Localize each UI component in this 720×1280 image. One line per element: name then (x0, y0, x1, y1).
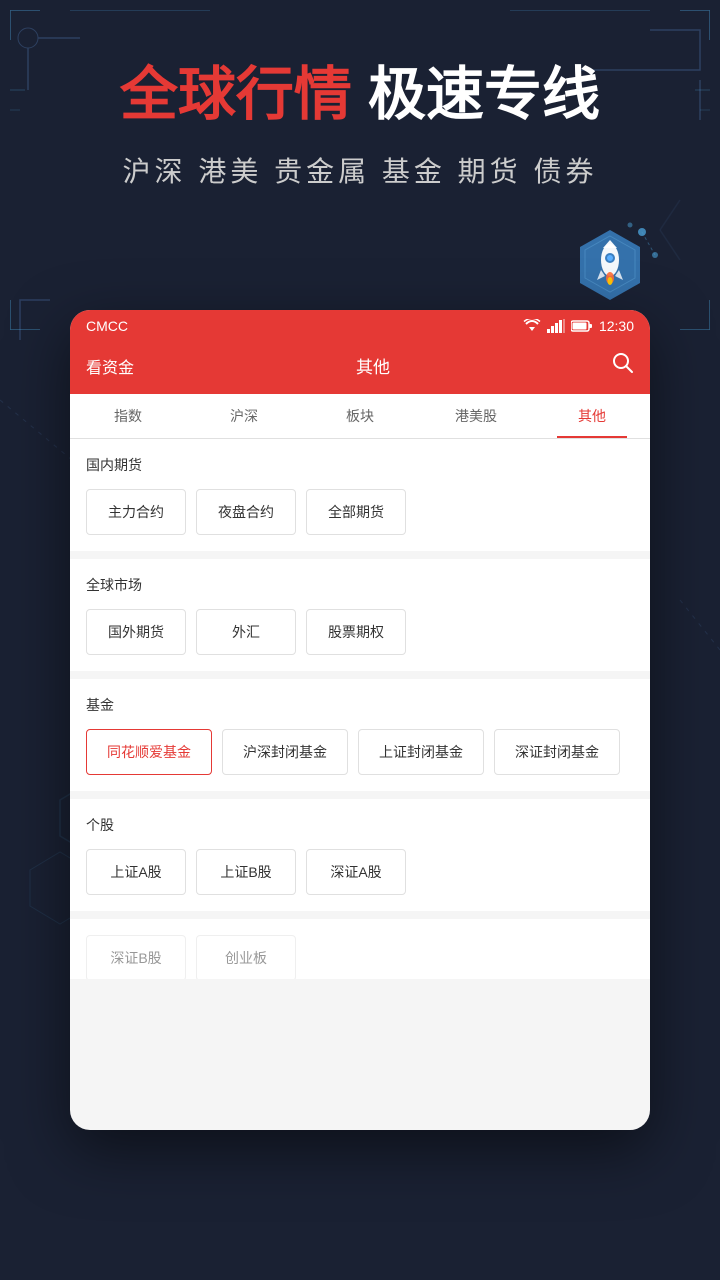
domestic-futures-buttons: 主力合约 夜盘合约 全部期货 (86, 489, 634, 535)
btn-tonghuashun[interactable]: 同花顺爱基金 (86, 729, 212, 775)
btn-partial-2[interactable]: 创业板 (196, 935, 296, 979)
signal-icon (547, 319, 565, 333)
status-icons: 12:30 (523, 318, 634, 334)
header-title: 其他 (356, 353, 390, 378)
btn-yepan[interactable]: 夜盘合约 (196, 489, 296, 535)
section-domestic-futures: 国内期货 主力合约 夜盘合约 全部期货 (70, 439, 650, 551)
hero-title: 全球行情 极速专线 (60, 60, 660, 130)
tab-bar: 指数 沪深 板块 港美股 其他 (70, 394, 650, 439)
section-individual-stocks: 个股 上证A股 上证B股 深证A股 (70, 799, 650, 911)
section-title-global: 全球市场 (86, 575, 634, 595)
btn-shangzhengB[interactable]: 上证B股 (196, 849, 296, 895)
btn-shenzhengA[interactable]: 深证A股 (306, 849, 406, 895)
hero-subtitle: 沪深 港美 贵金属 基金 期货 债券 (60, 150, 660, 190)
section-bottom-partial: 深证B股 创业板 (70, 919, 650, 979)
stocks-buttons: 上证A股 上证B股 深证A股 (86, 849, 634, 895)
tab-bankuai[interactable]: 板块 (302, 394, 418, 438)
btn-partial-1[interactable]: 深证B股 (86, 935, 186, 979)
section-funds: 基金 同花顺爱基金 沪深封闭基金 上证封闭基金 深证封闭基金 (70, 679, 650, 791)
btn-shangzhengA[interactable]: 上证A股 (86, 849, 186, 895)
btn-gupiaoquan[interactable]: 股票期权 (306, 609, 406, 655)
status-bar: CMCC 12:30 (70, 310, 650, 342)
battery-icon (571, 320, 593, 332)
btn-waihui[interactable]: 外汇 (196, 609, 296, 655)
global-market-buttons: 国外期货 外汇 股票期权 (86, 609, 634, 655)
tab-gangmeiguu[interactable]: 港美股 (418, 394, 534, 438)
btn-shenzhengfengbi[interactable]: 深证封闭基金 (494, 729, 620, 775)
btn-zhuli[interactable]: 主力合约 (86, 489, 186, 535)
search-icon[interactable] (612, 352, 634, 380)
header-kanzigjin[interactable]: 看资金 (86, 354, 134, 378)
carrier-label: CMCC (86, 318, 128, 334)
app-header: 看资金 其他 (70, 342, 650, 394)
section-title-stocks: 个股 (86, 815, 634, 835)
tab-qita[interactable]: 其他 (534, 394, 650, 438)
btn-guowaiqihuo[interactable]: 国外期货 (86, 609, 186, 655)
tab-hushen[interactable]: 沪深 (186, 394, 302, 438)
funds-buttons: 同花顺爱基金 沪深封闭基金 上证封闭基金 深证封闭基金 (86, 729, 634, 775)
section-title-funds: 基金 (86, 695, 634, 715)
btn-hushenbibi[interactable]: 沪深封闭基金 (222, 729, 348, 775)
phone-mockup: CMCC 12:30 (70, 310, 650, 1130)
wifi-icon (523, 319, 541, 333)
time-label: 12:30 (599, 318, 634, 334)
hero-section: 全球行情 极速专线 沪深 港美 贵金属 基金 期货 债券 (0, 0, 720, 220)
content-area: 国内期货 主力合约 夜盘合约 全部期货 全球市场 国外期货 外汇 股票期权 基金… (70, 439, 650, 979)
btn-quanbuqihuo[interactable]: 全部期货 (306, 489, 406, 535)
btn-shangzhengfengbi[interactable]: 上证封闭基金 (358, 729, 484, 775)
tab-zhishu[interactable]: 指数 (70, 394, 186, 438)
section-global-market: 全球市场 国外期货 外汇 股票期权 (70, 559, 650, 671)
section-title-domestic: 国内期货 (86, 455, 634, 475)
